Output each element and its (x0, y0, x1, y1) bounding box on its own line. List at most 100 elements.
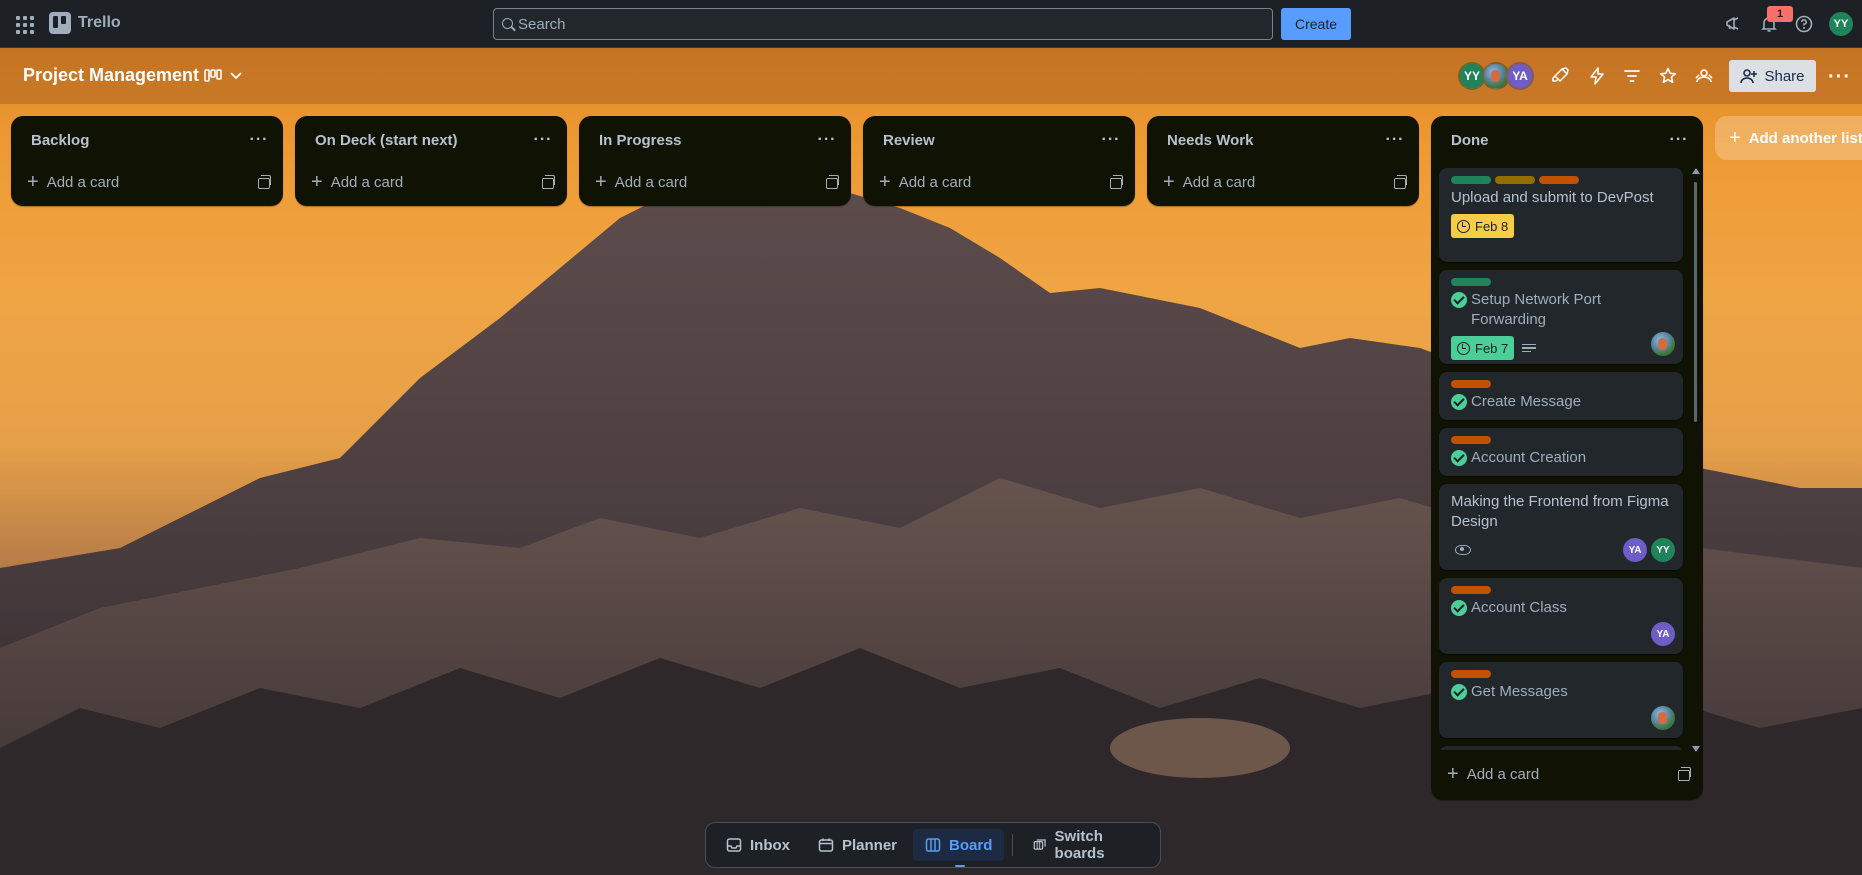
card-upload-devpost[interactable]: Upload and submit to DevPost Feb 8 (1439, 168, 1683, 262)
card-account-class[interactable]: Account Class YA (1439, 578, 1683, 654)
add-card-button[interactable]: + Add a card (1447, 764, 1539, 784)
scroll-thumb[interactable] (1694, 182, 1697, 422)
switcher-divider (1012, 834, 1014, 856)
add-card-button[interactable]: + Add a card (879, 172, 971, 192)
clock-icon (1457, 219, 1470, 233)
add-card-label: Add a card (898, 173, 972, 191)
label-orange (1451, 380, 1491, 388)
member-avatar-yy[interactable]: YY (1651, 538, 1675, 562)
member-avatar-photo[interactable] (1651, 706, 1675, 730)
label-orange (1451, 670, 1491, 678)
list-more-icon[interactable]: ··· (531, 131, 555, 149)
card-get-messages[interactable]: Get Messages (1439, 662, 1683, 738)
board-members[interactable]: YY YA (1458, 62, 1534, 90)
card-template-icon[interactable] (1675, 766, 1691, 782)
user-avatar[interactable]: YY (1829, 12, 1853, 36)
card-template-icon[interactable] (1107, 174, 1123, 190)
trello-logo[interactable]: Trello (49, 12, 121, 34)
card-network-port-forwarding[interactable]: Setup Network Port Forwarding Feb 7 (1439, 270, 1683, 364)
add-card-button[interactable]: + Add a card (311, 172, 403, 192)
add-card-button[interactable]: + Add a card (595, 172, 687, 192)
add-card-label: Add a card (46, 173, 120, 191)
card-create-message[interactable]: Create Message (1439, 372, 1683, 420)
list-more-icon[interactable]: ··· (247, 131, 271, 149)
due-date-badge[interactable]: Feb 8 (1451, 214, 1515, 238)
done-cards-container: Upload and submit to DevPost Feb 8 Setup… (1439, 164, 1691, 750)
create-button[interactable]: Create (1281, 8, 1351, 40)
board-view-switcher[interactable] (204, 64, 242, 88)
app-switcher-icon[interactable] (12, 12, 36, 36)
card-partial-next[interactable] (1439, 746, 1683, 750)
switch-boards-button[interactable]: Switch boards (1021, 828, 1152, 862)
list-more-icon[interactable]: ··· (1667, 131, 1691, 149)
switch-boards-icon (1033, 839, 1046, 850)
card-template-icon[interactable] (1391, 174, 1407, 190)
list-title[interactable]: Review (883, 132, 935, 149)
filter-icon[interactable] (1622, 66, 1642, 86)
card-template-icon[interactable] (823, 174, 839, 190)
board-menu-more-icon[interactable]: ··· (1828, 66, 1851, 89)
search-icon (502, 18, 513, 29)
label-green (1451, 176, 1491, 184)
list-title[interactable]: In Progress (599, 132, 682, 149)
help-icon[interactable] (1794, 14, 1814, 34)
complete-check-icon[interactable] (1451, 684, 1467, 700)
scroll-down-arrow-icon[interactable] (1692, 746, 1700, 752)
list-on-deck: On Deck (start next) ··· + Add a card (295, 116, 567, 206)
list-title[interactable]: On Deck (start next) (315, 132, 458, 149)
add-card-button[interactable]: + Add a card (27, 172, 119, 192)
planner-label: Planner (842, 836, 898, 854)
megaphone-icon[interactable] (1723, 14, 1743, 34)
list-title[interactable]: Done (1451, 132, 1489, 149)
description-icon (1522, 343, 1537, 353)
power-ups-rocket-icon[interactable] (1550, 66, 1570, 86)
search-input[interactable]: Search (493, 8, 1273, 40)
complete-check-icon[interactable] (1451, 394, 1467, 410)
list-done: Done ··· Upload and submit to DevPost Fe… (1431, 116, 1703, 800)
list-backlog: Backlog ··· + Add a card (11, 116, 283, 206)
share-button[interactable]: Share (1729, 60, 1816, 92)
board-button[interactable]: Board (913, 829, 1005, 867)
card-title: Setup Network Port Forwarding (1471, 291, 1602, 328)
board-header: Project Management (0, 48, 1862, 104)
add-another-list-button[interactable]: + Add another list (1715, 116, 1862, 160)
due-date-badge[interactable]: Feb 7 (1451, 336, 1515, 360)
notification-badge: 1 (1767, 6, 1793, 22)
star-icon[interactable] (1658, 66, 1678, 86)
card-template-icon[interactable] (539, 174, 555, 190)
member-avatar-photo[interactable] (1651, 332, 1675, 356)
card-frontend-figma[interactable]: Making the Frontend from Figma Design YA… (1439, 484, 1683, 570)
add-card-label: Add a card (1182, 173, 1256, 191)
complete-check-icon[interactable] (1451, 450, 1467, 466)
automation-lightning-icon[interactable] (1587, 66, 1607, 86)
card-title: Making the Frontend from Figma Design (1451, 493, 1669, 530)
list-more-icon[interactable]: ··· (815, 131, 839, 149)
calendar-icon (818, 838, 834, 852)
inbox-button[interactable]: Inbox (714, 829, 802, 861)
complete-check-icon[interactable] (1451, 600, 1467, 616)
card-account-creation[interactable]: Account Creation (1439, 428, 1683, 476)
add-card-button[interactable]: + Add a card (1163, 172, 1255, 192)
list-more-icon[interactable]: ··· (1099, 131, 1123, 149)
scroll-up-arrow-icon[interactable] (1692, 168, 1700, 174)
complete-check-icon[interactable] (1451, 292, 1467, 308)
list-scrollbar[interactable] (1692, 168, 1700, 752)
due-date-label: Feb 7 (1475, 340, 1509, 356)
planner-button[interactable]: Planner (806, 829, 909, 861)
list-more-icon[interactable]: ··· (1383, 131, 1407, 149)
bottom-view-switcher: Inbox Planner Board Switch boards (705, 822, 1161, 868)
label-orange (1539, 176, 1579, 184)
member-avatar-ya[interactable]: YA (1623, 538, 1647, 562)
app-name: Trello (78, 14, 121, 31)
list-title[interactable]: Backlog (31, 132, 89, 149)
plus-icon: + (1163, 171, 1175, 193)
plus-icon: + (1447, 763, 1459, 785)
list-title[interactable]: Needs Work (1167, 132, 1253, 149)
member-avatar-ya[interactable]: YA (1506, 62, 1534, 90)
board-title[interactable]: Project Management (23, 65, 199, 86)
plus-icon: + (1729, 127, 1741, 149)
workspace-visibility-icon[interactable] (1694, 66, 1714, 86)
switch-boards-label: Switch boards (1054, 828, 1105, 862)
card-template-icon[interactable] (255, 174, 271, 190)
member-avatar-ya[interactable]: YA (1651, 622, 1675, 646)
